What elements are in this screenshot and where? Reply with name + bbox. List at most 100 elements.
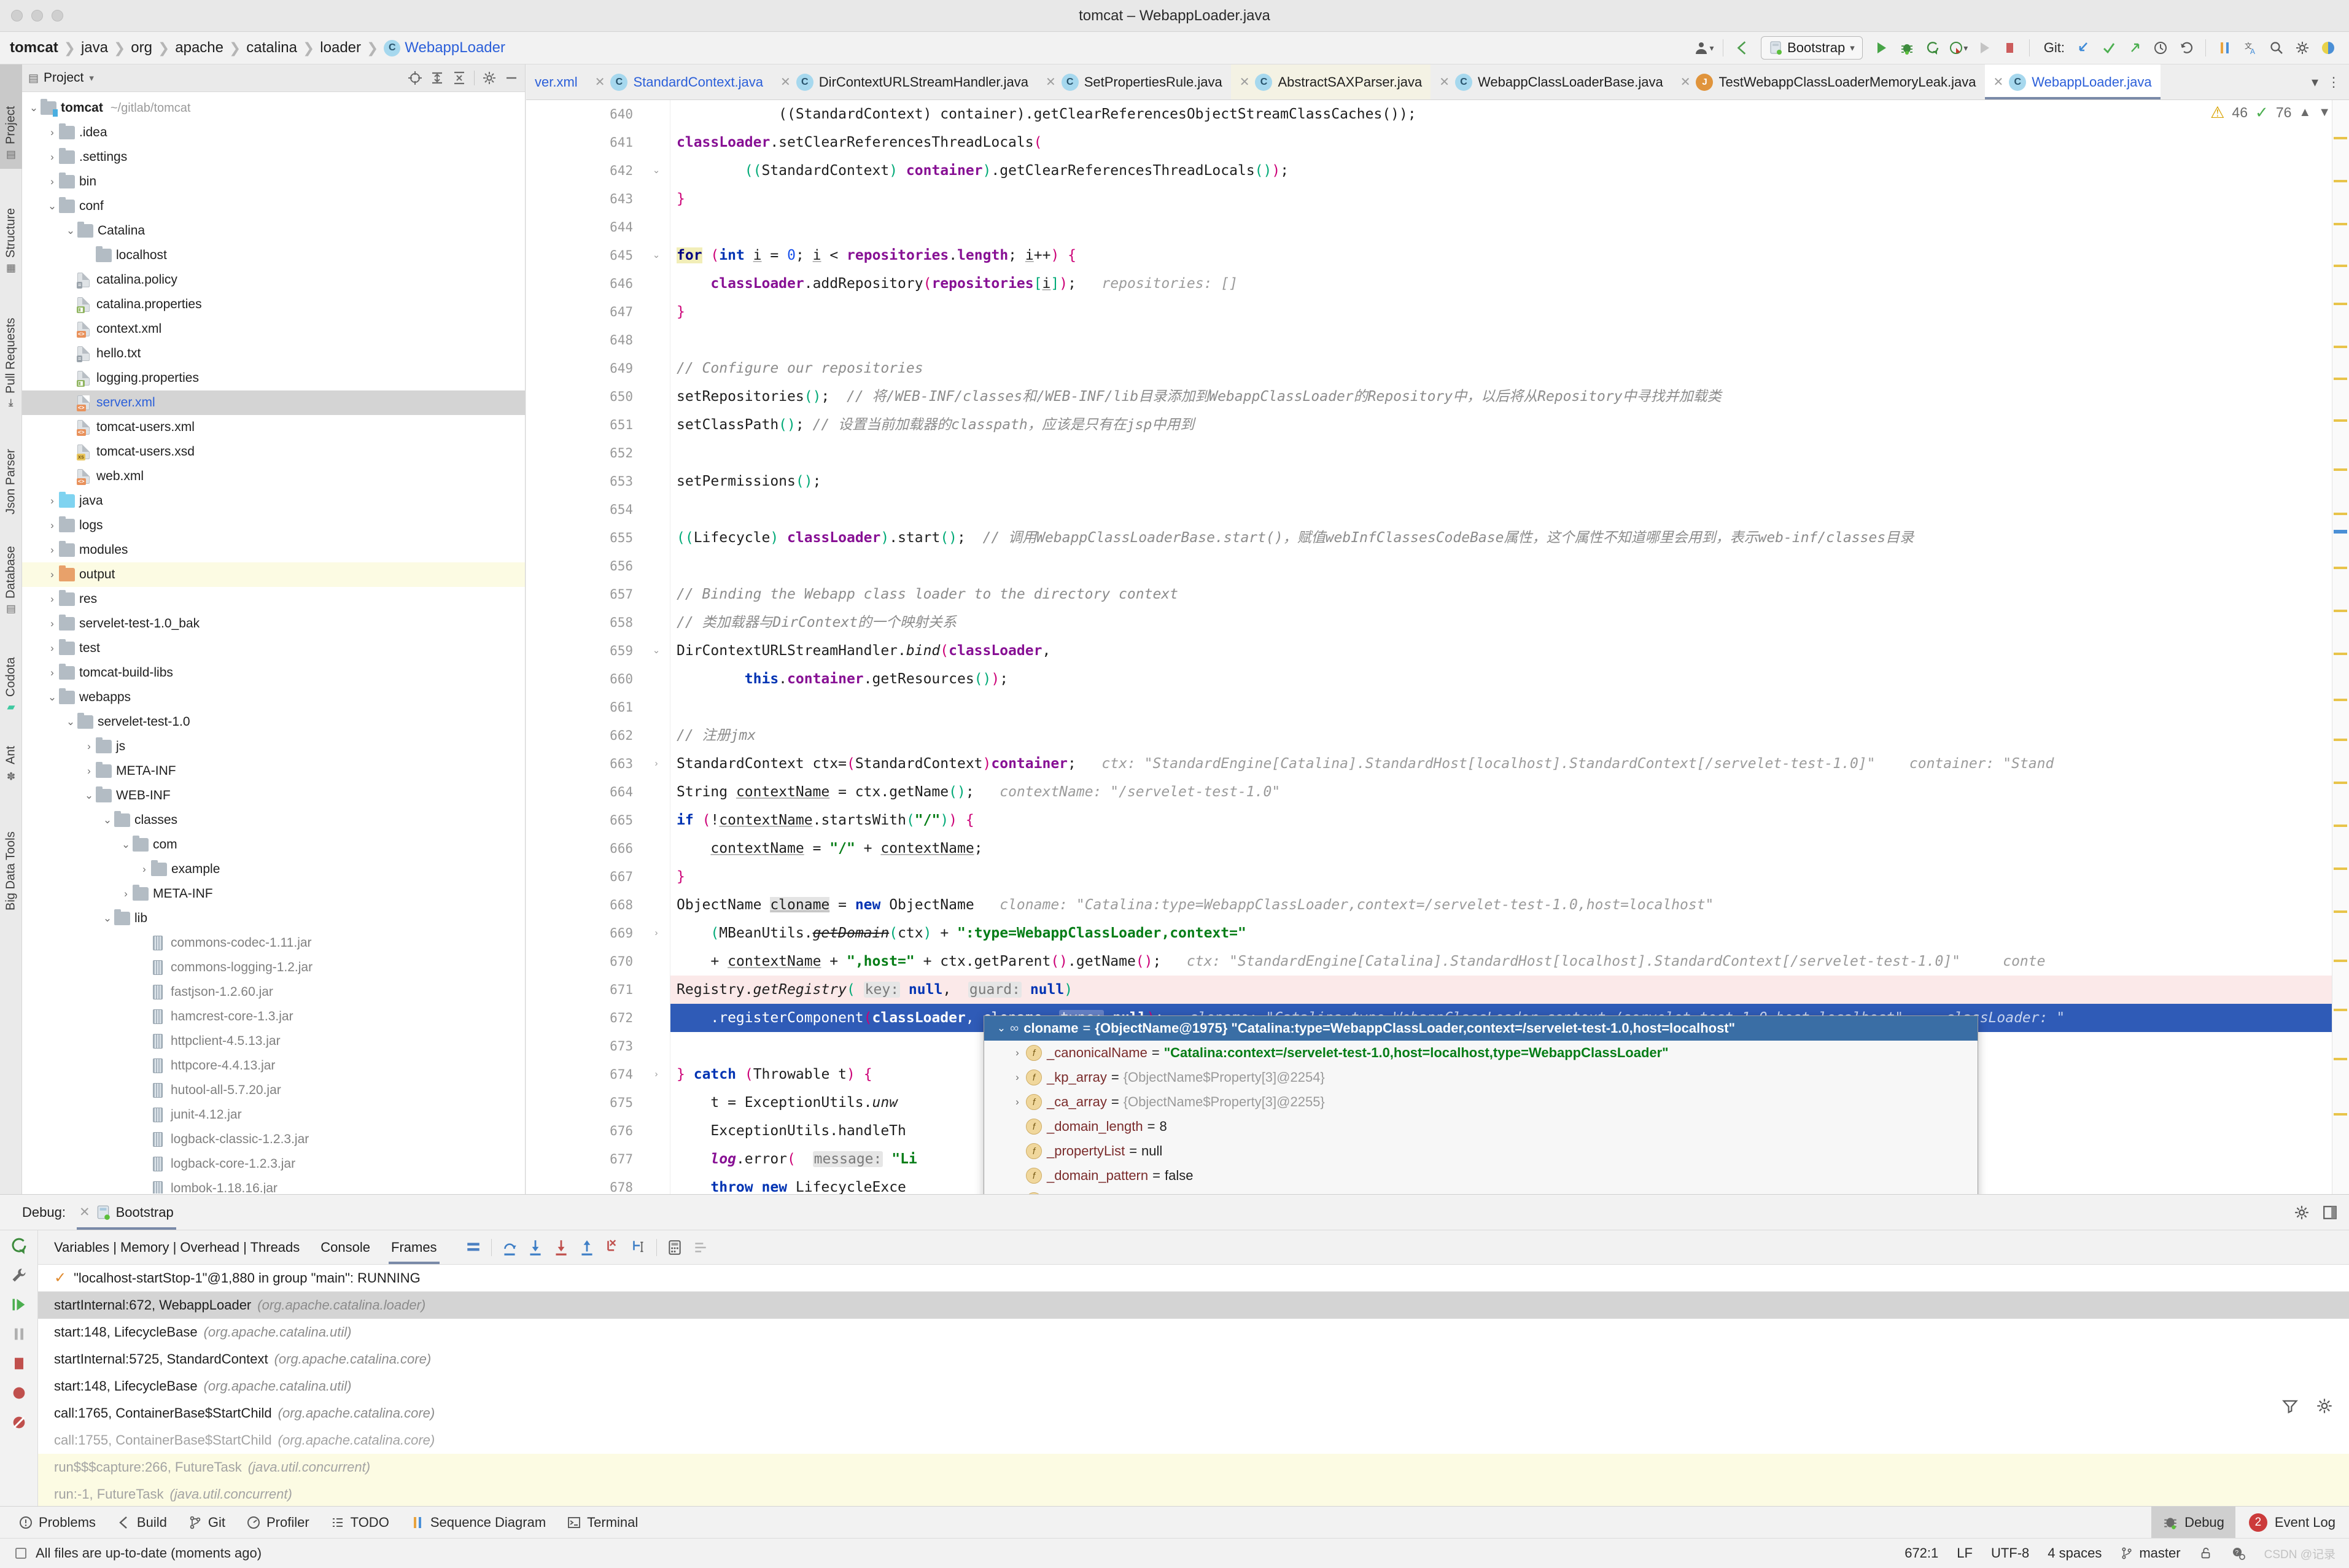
debug-tab-bar[interactable]: Variables | Memory | Overhead | Threads … (38, 1230, 2349, 1265)
line-number[interactable]: 650 (526, 382, 643, 411)
chevron-right-icon[interactable]: › (45, 667, 59, 679)
tree-node[interactable]: › META-INF (22, 882, 525, 906)
tool-button-profiler[interactable]: Profiler (246, 1515, 309, 1531)
code-line[interactable]: ((StandardContext) container).getClearRe… (670, 157, 2349, 185)
run-icon[interactable] (1869, 36, 1893, 60)
line-number[interactable]: 644 (526, 213, 643, 241)
debug-tool-window[interactable]: Debug: ✕ Bootstrap Variables | Memory | … (0, 1194, 2349, 1537)
run-configuration-selector[interactable]: Bootstrap ▾ (1761, 36, 1863, 60)
close-tab-icon[interactable]: ✕ (1994, 74, 2004, 90)
chevron-right-icon[interactable]: › (45, 642, 59, 654)
line-number[interactable]: 642 (526, 157, 643, 185)
debug-variable-row[interactable]: › f _canonicalName = "Catalina:context=/serv… (984, 1041, 1978, 1065)
chevron-right-icon[interactable]: › (138, 863, 151, 875)
tree-node[interactable]: ⌄ classes (22, 808, 525, 833)
code-line[interactable]: setClassPath(); // 设置当前加载器的classpath，应该是… (670, 411, 2349, 439)
chevron-down-icon[interactable]: ⌄ (64, 225, 77, 237)
ide-icon[interactable] (2316, 36, 2340, 60)
stop-icon[interactable] (9, 1353, 29, 1374)
line-separator[interactable]: LF (1957, 1545, 1973, 1561)
chevron-down-icon[interactable]: ⌄ (101, 814, 114, 826)
stack-frame-row[interactable]: call:1755, ContainerBase$StartChild (org.… (38, 1427, 2349, 1454)
line-number[interactable]: 659 (526, 637, 643, 665)
line-number[interactable]: 673 (526, 1032, 643, 1060)
tree-node[interactable]: › .idea (22, 120, 525, 145)
breadcrumb-item-1[interactable]: java (81, 39, 108, 56)
line-number[interactable]: 640 (526, 100, 643, 128)
tree-node[interactable]: › output (22, 562, 525, 587)
rollback-icon[interactable] (2174, 36, 2199, 60)
tree-node[interactable]: logback-classic-1.2.3.jar (22, 1127, 525, 1152)
line-number[interactable]: 651 (526, 411, 643, 439)
stack-frame-row[interactable]: run:-1, FutureTask (java.util.concurrent) (38, 1481, 2349, 1508)
line-number[interactable]: 671 (526, 976, 665, 1004)
tree-node[interactable]: ◨ logging.properties (22, 366, 525, 390)
code-line[interactable]: // 类加载器与DirContext的一个映射关系 (670, 608, 2349, 637)
chevron-right-icon[interactable]: › (82, 740, 96, 753)
debug-variable-row[interactable]: › f _kp_array = {ObjectName$Property[3]@2254… (984, 1065, 1978, 1090)
close-icon[interactable]: ✕ (79, 1205, 90, 1220)
coverage-icon[interactable]: ▾ (1946, 36, 1971, 60)
chevron-down-icon[interactable]: ▾ (89, 72, 94, 83)
editor-tab[interactable]: <>ver.xml (526, 64, 586, 99)
tab-variables-memory-overhead-threads[interactable]: Variables | Memory | Overhead | Threads (52, 1230, 302, 1264)
code-line[interactable] (670, 439, 2349, 467)
status-bar[interactable]: All files are up-to-date (moments ago) 6… (0, 1538, 2349, 1568)
fold-marker[interactable]: › (651, 928, 661, 938)
analysis-marker-gutter[interactable] (2332, 100, 2349, 1194)
tree-node[interactable]: › bin (22, 169, 525, 194)
debug-action-sidebar[interactable] (0, 1230, 38, 1507)
line-number[interactable]: 678 (526, 1173, 643, 1194)
tree-node[interactable]: <> tomcat-users.xml (22, 415, 525, 440)
project-tree[interactable]: ⌄ tomcat ~/gitlab/tomcat › .idea › .settings › b… (22, 92, 525, 1193)
tree-node[interactable]: commons-logging-1.2.jar (22, 955, 525, 980)
code-line[interactable]: DirContextURLStreamHandler.bind(classLoa… (670, 637, 2349, 665)
breadcrumb-item-current[interactable]: WebappLoader (405, 39, 505, 56)
stack-frame-row[interactable]: run$$$capture:266, FutureTask (java.util.… (38, 1454, 2349, 1481)
close-tab-icon[interactable]: ✕ (1680, 74, 1691, 90)
wrench-icon[interactable] (9, 1265, 29, 1286)
chevron-right-icon[interactable]: › (45, 495, 59, 507)
tree-node[interactable]: ⌄ lib (22, 906, 525, 931)
breadcrumb-item-4[interactable]: catalina (246, 39, 297, 56)
line-number[interactable]: 666 (526, 834, 643, 863)
line-number[interactable]: 647 (526, 298, 643, 326)
collapse-all-icon[interactable] (452, 71, 467, 85)
code-line[interactable]: setRepositories(); // 将/WEB-INF/classes和… (670, 382, 2349, 411)
line-number[interactable]: 664 (526, 778, 643, 806)
tab-console[interactable]: Console (318, 1230, 373, 1264)
tree-node[interactable]: › js (22, 734, 525, 759)
tree-node[interactable]: httpclient-4.5.13.jar (22, 1029, 525, 1054)
inspection-widget[interactable]: ⚠ 46 ✓ 76 ▲ ▼ (2210, 103, 2331, 122)
chevron-down-icon[interactable]: ⌄ (27, 102, 41, 114)
line-number[interactable]: 677 (526, 1145, 643, 1173)
fold-marker[interactable]: › (651, 759, 661, 769)
debug-main-area[interactable]: Variables | Memory | Overhead | Threads … (38, 1230, 2349, 1537)
tool-button-terminal[interactable]: Terminal (567, 1515, 638, 1531)
tab-frames[interactable]: Frames (389, 1230, 440, 1264)
sidebar-item-codota[interactable]: ▰ Codota (0, 623, 22, 721)
drop-frame-icon[interactable] (605, 1238, 621, 1257)
code-line[interactable] (670, 693, 2349, 721)
tree-node[interactable]: hutool-all-5.7.20.jar (22, 1078, 525, 1103)
editor-tab-bar[interactable]: <>ver.xml ✕ C StandardContext.java ✕ C DirCont… (526, 64, 2349, 100)
breadcrumb-item-3[interactable]: apache (175, 39, 223, 56)
debug-icon[interactable] (1895, 36, 1919, 60)
editor-tab[interactable]: ✕ C AbstractSAXParser.java (1230, 64, 1431, 99)
tree-node[interactable]: localhost (22, 243, 525, 268)
debug-variable-row[interactable]: ⌄ ∞ cloname = {ObjectName@1975} "Catalina:ty… (984, 1016, 1978, 1041)
tree-node[interactable]: ⌄ webapps (22, 685, 525, 710)
fold-marker[interactable]: › (651, 1069, 661, 1079)
stack-frame-row[interactable]: start:148, LifecycleBase (org.apache.cata… (38, 1373, 2349, 1400)
chevron-right-icon[interactable]: › (45, 519, 59, 532)
chevron-down-icon[interactable]: ⌄ (45, 691, 59, 704)
hide-icon[interactable] (2322, 1205, 2338, 1221)
tree-node[interactable]: xs tomcat-users.xsd (22, 440, 525, 464)
tree-node[interactable]: › servelet-test-1.0_bak (22, 611, 525, 636)
debug-variable-row[interactable]: f _domain_length = 8 (984, 1114, 1978, 1139)
code-line[interactable]: // 注册jmx (670, 721, 2349, 750)
help-icon[interactable]: ? (2231, 1546, 2246, 1561)
more-vertical-icon[interactable]: ⋮ (2327, 74, 2340, 90)
line-number[interactable]: 675 (526, 1089, 643, 1117)
stack-frame-row[interactable]: start:148, LifecycleBase (org.apache.cata… (38, 1319, 2349, 1346)
